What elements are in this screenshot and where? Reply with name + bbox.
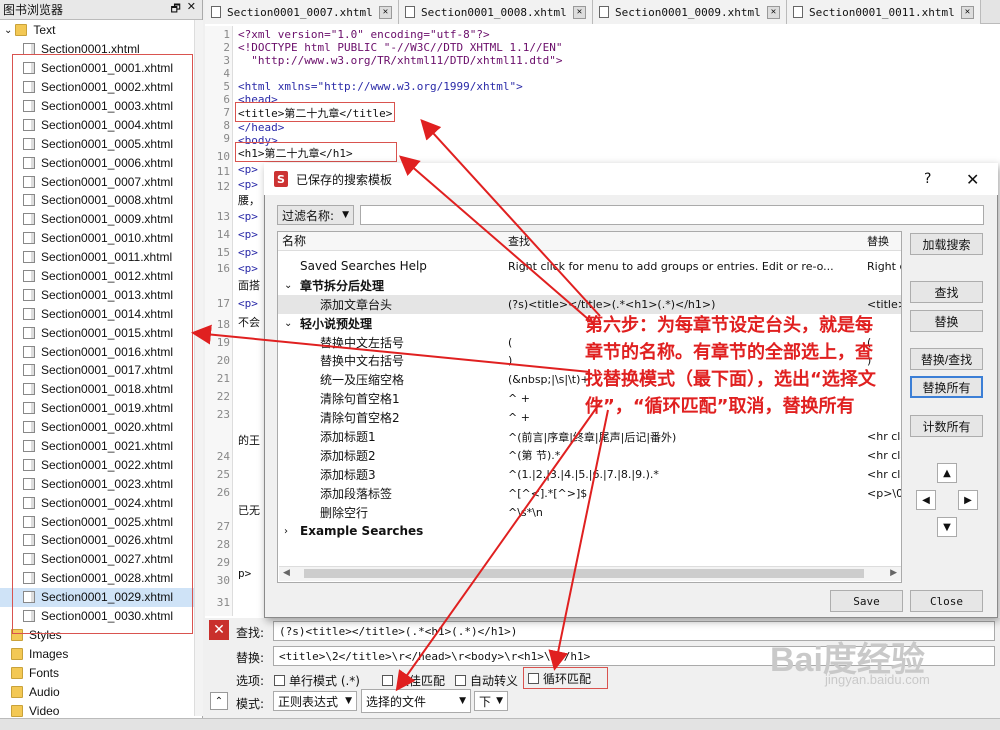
arrow-to-target — [395, 399, 603, 692]
watermark-url: jingyan.baidu.com — [825, 672, 930, 687]
arrow-to-h1 — [398, 155, 596, 326]
arrow-to-wrap — [548, 409, 609, 671]
arrow-to-files — [191, 324, 591, 373]
tutorial-annotation: 第六步：为每章节设定台头，就是每章节的名称。有章节的全部选上，查找替换模式（最下… — [585, 315, 876, 417]
status-bar — [0, 718, 1000, 730]
arrow-to-title — [420, 119, 601, 317]
